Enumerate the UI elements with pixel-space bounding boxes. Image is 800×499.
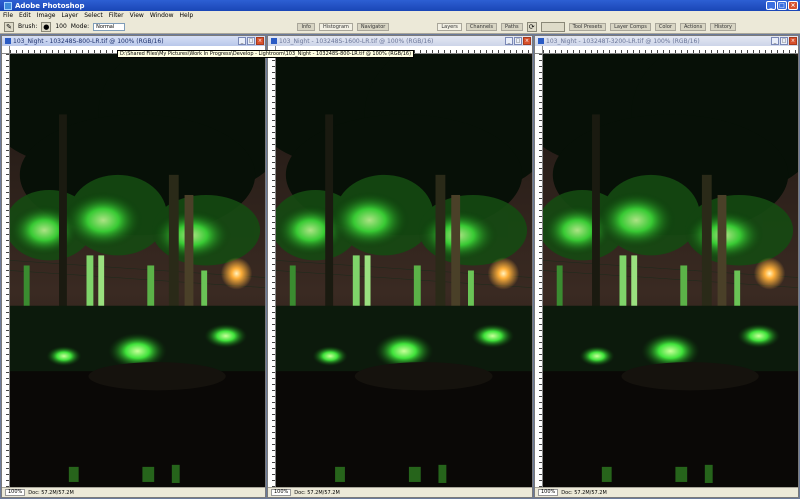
brush-label: Brush: <box>18 23 38 30</box>
doc-close-button[interactable]: × <box>789 37 797 45</box>
menu-file[interactable]: File <box>3 12 13 19</box>
doc-minimize-button[interactable]: _ <box>771 37 779 45</box>
app-titlebar: Adobe Photoshop _ □ × <box>0 0 800 11</box>
brush-size: 100 <box>55 23 67 30</box>
doc-maximize-button[interactable]: □ <box>780 37 788 45</box>
menu-image[interactable]: Image <box>37 12 56 19</box>
night-palm-photo <box>276 54 532 487</box>
doc-minimize-button[interactable]: _ <box>505 37 513 45</box>
document-titlebar[interactable]: 103_Night - 103248S-1600-LR.tif @ 100% (… <box>268 36 532 46</box>
maximize-button[interactable]: □ <box>777 1 787 10</box>
doc-maximize-button[interactable]: □ <box>514 37 522 45</box>
status-bar: 100% Doc: 57.2M/57.2M <box>268 487 532 497</box>
status-bar: 100% Doc: 57.2M/57.2M <box>2 487 265 497</box>
mode-label: Mode: <box>70 23 90 30</box>
tab-navigator[interactable]: Navigator <box>356 22 390 31</box>
tab-history[interactable]: History <box>710 22 736 31</box>
document-window-1[interactable]: 103_Night - 103248S-800-LR.tif @ 100% (R… <box>1 35 266 498</box>
tab-tool-presets[interactable]: Tool Presets <box>568 22 607 31</box>
image-canvas[interactable] <box>543 54 798 487</box>
menu-view[interactable]: View <box>130 12 144 19</box>
zoom-field[interactable]: 100% <box>271 489 292 496</box>
tab-channels[interactable]: Channels <box>465 22 498 31</box>
menu-window[interactable]: Window <box>150 12 174 19</box>
night-palm-photo <box>10 54 265 487</box>
document-icon <box>538 38 544 44</box>
ruler-origin[interactable] <box>2 46 10 54</box>
ruler-origin[interactable] <box>535 46 543 54</box>
status-bar: 100% Doc: 57.2M/57.2M <box>535 487 798 497</box>
options-bar: ✎ Brush: ● 100 Mode: Normal Info Histogr… <box>0 20 800 34</box>
document-title: 103_Night - 103248S-800-LR.tif @ 100% (R… <box>13 37 164 45</box>
document-title: 103_Night - 103248S-1600-LR.tif @ 100% (… <box>279 37 434 45</box>
doc-minimize-button[interactable]: _ <box>238 37 246 45</box>
doc-size: Doc: 57.2M/57.2M <box>28 489 74 496</box>
doc-maximize-button[interactable]: □ <box>247 37 255 45</box>
horizontal-ruler[interactable] <box>543 46 798 54</box>
image-canvas[interactable] <box>10 54 265 487</box>
document-window-3[interactable]: 103_Night - 103248T-3200-LR.tif @ 100% (… <box>534 35 799 498</box>
vertical-ruler[interactable] <box>268 54 276 487</box>
menu-help[interactable]: Help <box>180 12 194 19</box>
document-titlebar[interactable]: 103_Night - 103248S-800-LR.tif @ 100% (R… <box>2 36 265 46</box>
menu-select[interactable]: Select <box>84 12 103 19</box>
document-icon <box>271 38 277 44</box>
tab-layers[interactable]: Layers <box>437 22 462 31</box>
document-titlebar[interactable]: 103_Night - 103248T-3200-LR.tif @ 100% (… <box>535 36 798 46</box>
close-button[interactable]: × <box>788 1 798 10</box>
doc-close-button[interactable]: × <box>523 37 531 45</box>
tab-actions[interactable]: Actions <box>679 22 707 31</box>
document-window-2[interactable]: 103_Night - 103248S-1600-LR.tif @ 100% (… <box>267 35 533 498</box>
doc-size: Doc: 57.2M/57.2M <box>294 489 340 496</box>
tab-info[interactable]: Info <box>297 22 315 31</box>
vertical-ruler[interactable] <box>535 54 543 487</box>
night-palm-photo <box>543 54 798 487</box>
photoshop-app-icon <box>4 1 12 10</box>
brush-preset-picker[interactable]: ● <box>41 21 52 32</box>
doc-size: Doc: 57.2M/57.2M <box>561 489 607 496</box>
document-title: 103_Night - 103248T-3200-LR.tif @ 100% (… <box>546 37 700 45</box>
mode-select[interactable]: Normal <box>93 22 126 31</box>
menu-filter[interactable]: Filter <box>109 12 124 19</box>
zoom-field[interactable]: 100% <box>5 489 26 496</box>
menu-bar: File Edit Image Layer Select Filter View… <box>0 11 800 20</box>
menu-layer[interactable]: Layer <box>61 12 78 19</box>
go-to-bridge-icon[interactable]: ⟳ <box>526 21 537 32</box>
zoom-field[interactable]: 100% <box>538 489 559 496</box>
app-title: Adobe Photoshop <box>15 1 85 10</box>
tab-paths[interactable]: Paths <box>501 22 523 31</box>
file-path-tooltip: D:\Shared Files\My Pictures\Work In Prog… <box>117 50 415 58</box>
minimize-button[interactable]: _ <box>766 1 776 10</box>
document-icon <box>5 38 11 44</box>
tab-histogram[interactable]: Histogram <box>318 22 353 31</box>
menu-edit[interactable]: Edit <box>19 12 31 19</box>
vertical-ruler[interactable] <box>2 54 10 487</box>
palette-well-icon[interactable] <box>540 21 565 32</box>
image-canvas[interactable] <box>276 54 532 487</box>
brush-tool-icon[interactable]: ✎ <box>4 21 14 32</box>
tab-color[interactable]: Color <box>654 22 676 31</box>
tab-layer-comps[interactable]: Layer Comps <box>610 22 651 31</box>
doc-close-button[interactable]: × <box>256 37 264 45</box>
